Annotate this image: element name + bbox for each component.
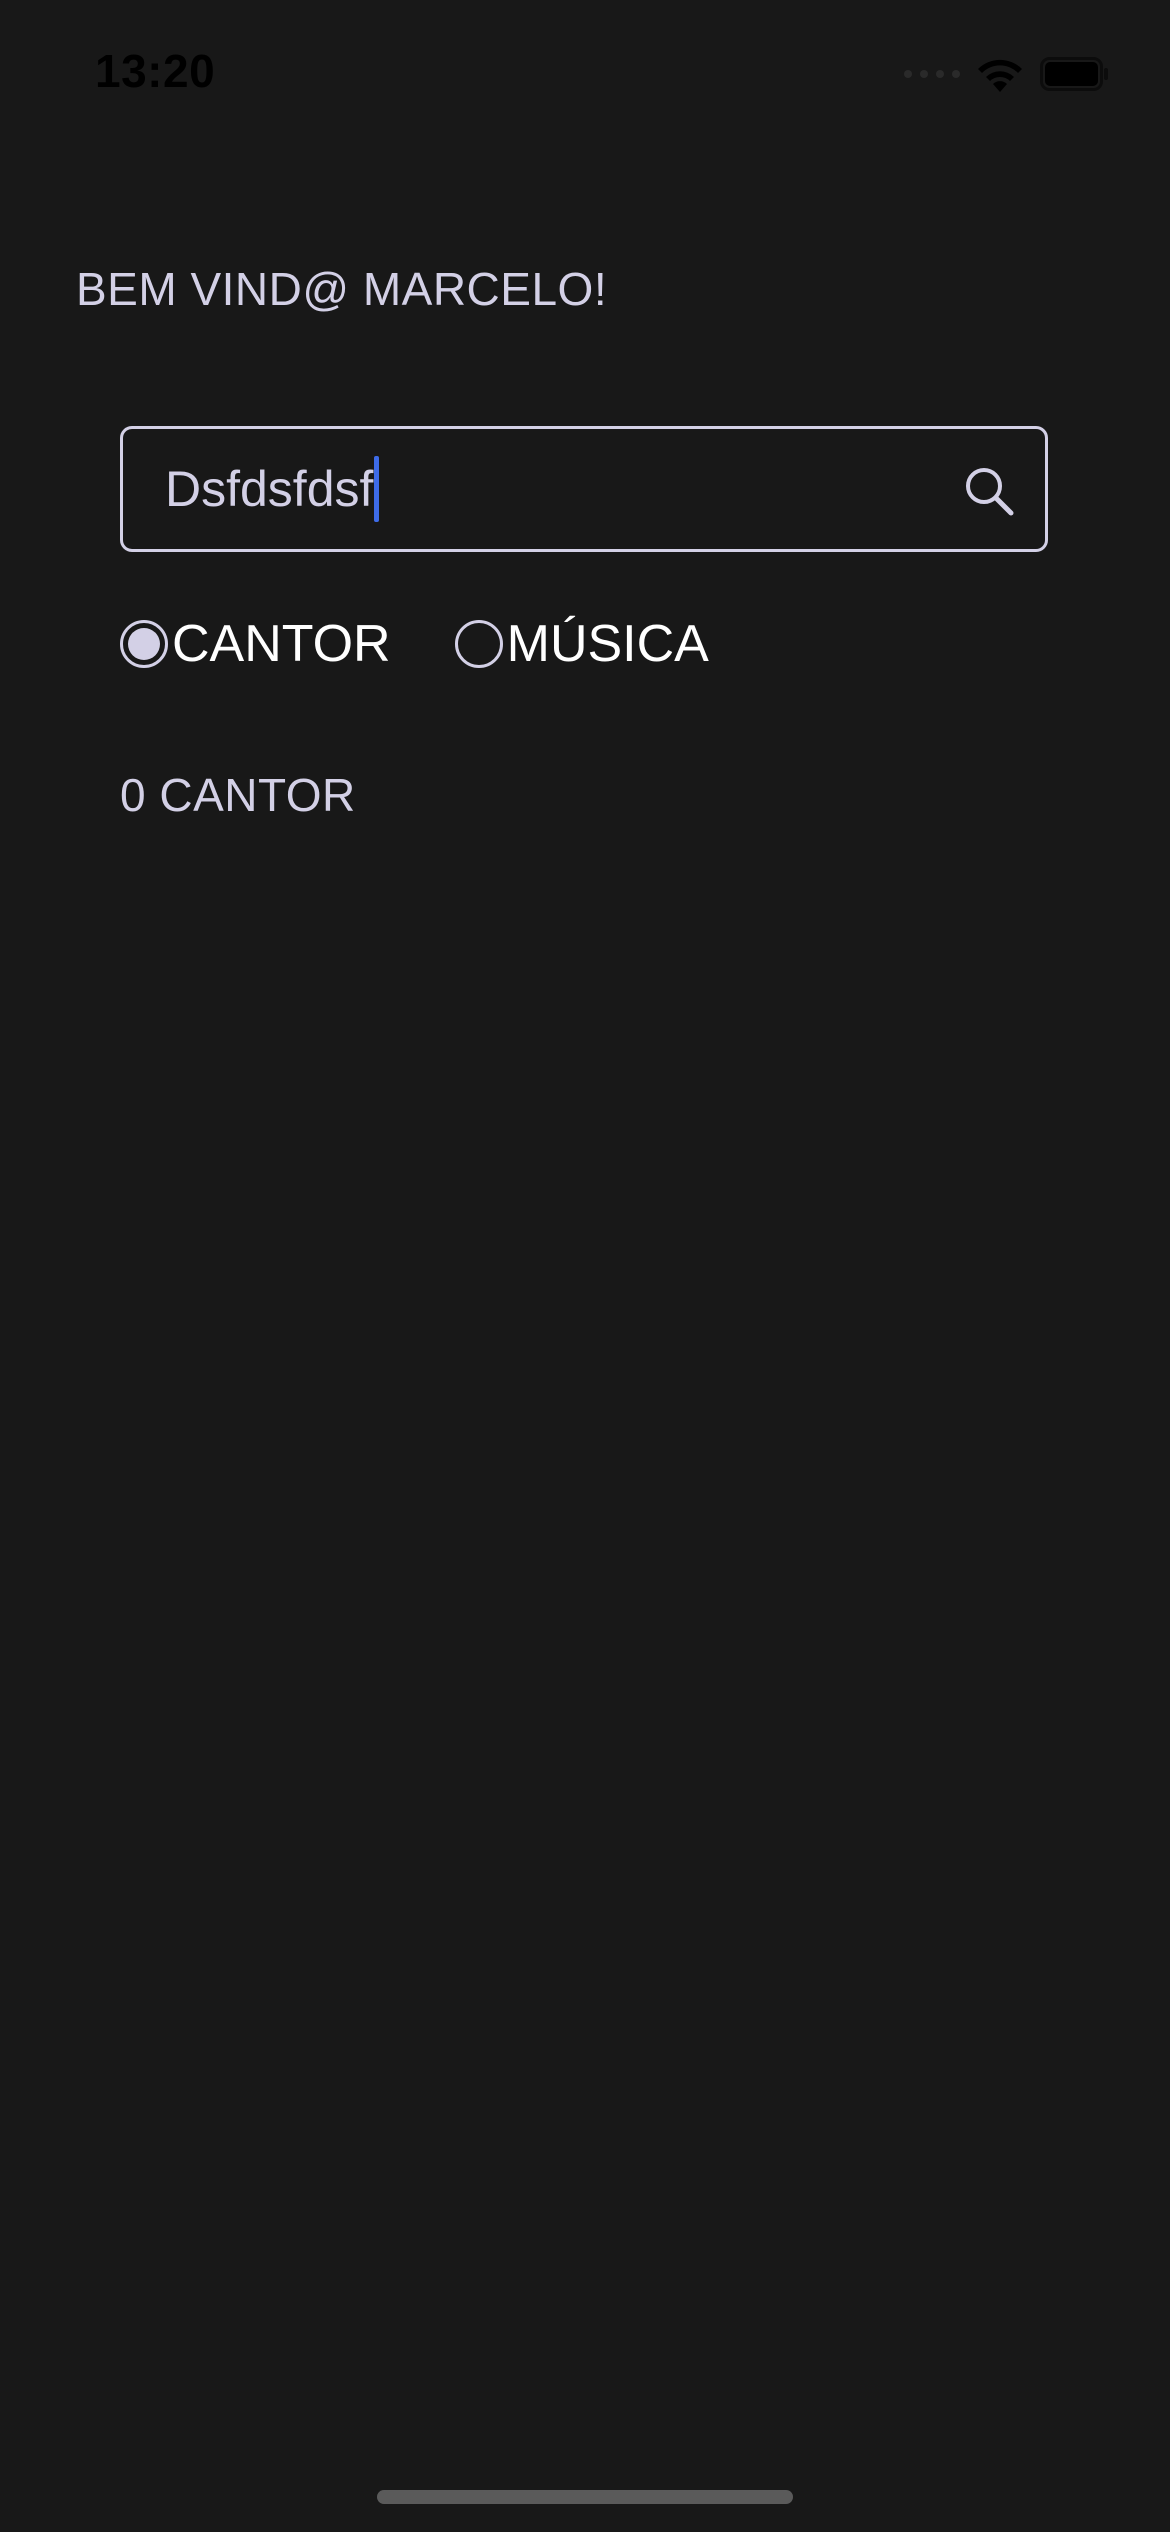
battery-icon bbox=[1040, 57, 1110, 91]
app-screen: 13:20 BEM VIND@ MARCELO! Dsfdsfdsf CANTO… bbox=[0, 0, 1170, 2532]
text-caret bbox=[374, 456, 380, 522]
search-input[interactable]: Dsfdsfdsf bbox=[165, 429, 925, 549]
search-icon[interactable] bbox=[963, 465, 1015, 517]
radio-option-musica[interactable]: MÚSICA bbox=[454, 614, 709, 674]
status-bar: 13:20 bbox=[0, 0, 1170, 140]
status-icons bbox=[904, 52, 1110, 96]
result-count: 0 CANTOR bbox=[120, 769, 356, 821]
wifi-icon bbox=[974, 54, 1026, 94]
radio-button-checked[interactable] bbox=[120, 620, 168, 668]
radio-option-cantor[interactable]: CANTOR bbox=[120, 614, 391, 674]
radio-label-musica: MÚSICA bbox=[506, 615, 709, 673]
search-field[interactable]: Dsfdsfdsf bbox=[120, 426, 1048, 552]
search-type-radio-group: CANTOR MÚSICA bbox=[120, 614, 709, 674]
status-time: 13:20 bbox=[95, 45, 216, 97]
radio-label-cantor: CANTOR bbox=[172, 615, 391, 673]
radio-button-unchecked[interactable] bbox=[454, 620, 503, 668]
home-indicator[interactable] bbox=[377, 2490, 793, 2504]
signal-icon bbox=[904, 70, 960, 78]
search-input-value: Dsfdsfdsf bbox=[165, 461, 374, 517]
welcome-heading: BEM VIND@ MARCELO! bbox=[76, 263, 608, 315]
